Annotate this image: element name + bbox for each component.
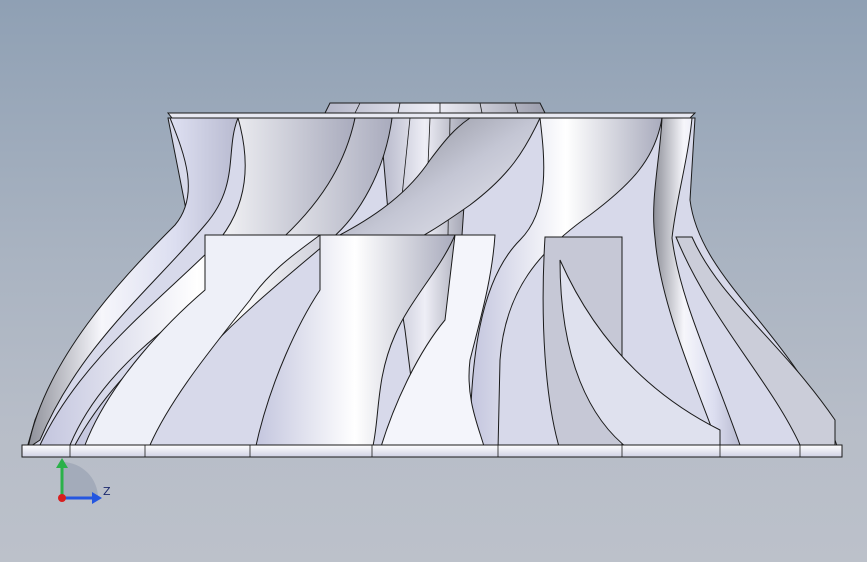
axis-z-label: Z [103,485,111,498]
base-plate [21,444,843,458]
impeller-model[interactable] [0,0,867,562]
triad-axes-icon [56,458,102,504]
graphics-viewport[interactable]: Z [0,0,867,562]
hub-top [166,102,697,119]
orientation-triad: Z [48,456,118,512]
